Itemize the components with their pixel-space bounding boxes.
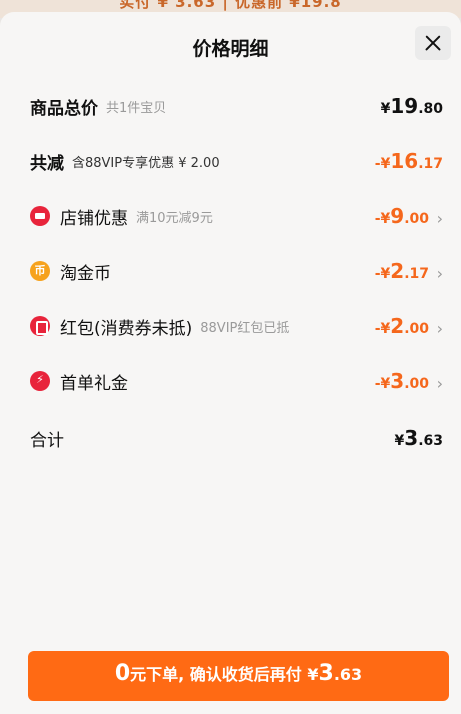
redpack-sub: 88VIP红包已抵 bbox=[200, 320, 290, 336]
price-detail-sheet: 价格明细 商品总价 共1件宝贝 ¥ 19 .80 共减 含88VIP专享优惠 ¥… bbox=[0, 12, 461, 714]
top-summary-text: 实付 ¥ 3.63 | 优惠前 ¥19.8 bbox=[119, 0, 342, 11]
coin-label: 淘金币 bbox=[60, 263, 111, 284]
redpack-amount: -¥ 2 .00 bbox=[375, 314, 429, 338]
row-sum: 合计 ¥ 3 .63 bbox=[30, 418, 443, 458]
store-amount: -¥ 9 .00 bbox=[375, 204, 429, 228]
redpack-label: 红包(消费券未抵) bbox=[60, 318, 193, 339]
store-int: 9 bbox=[390, 204, 405, 228]
store-sub: 满10元减9元 bbox=[136, 210, 213, 226]
item-total-sub: 共1件宝贝 bbox=[106, 100, 167, 116]
row-total-reduce: 共减 含88VIP专享优惠 ¥ 2.00 -¥ 16 .17 bbox=[30, 141, 443, 181]
reduce-currency: -¥ bbox=[374, 156, 391, 172]
lightning-icon bbox=[30, 371, 50, 391]
pay-zero: 0 bbox=[114, 661, 131, 686]
reduce-int: 16 bbox=[390, 149, 419, 173]
close-button[interactable] bbox=[415, 26, 451, 60]
sum-amount: ¥ 3 .63 bbox=[395, 426, 443, 450]
red-packet-icon bbox=[30, 316, 50, 336]
chevron-right-icon[interactable]: › bbox=[437, 264, 443, 283]
chevron-right-icon[interactable]: › bbox=[437, 374, 443, 393]
gift-dec: .00 bbox=[404, 376, 429, 392]
item-total-int: 19 bbox=[390, 94, 419, 118]
item-total-label: 商品总价 bbox=[30, 98, 98, 119]
sum-int: 3 bbox=[404, 426, 419, 450]
redpack-currency: -¥ bbox=[374, 321, 391, 337]
item-total-currency: ¥ bbox=[380, 101, 391, 117]
pay-text: 元下单, 确认收货后再付 ¥ bbox=[130, 665, 319, 684]
sum-currency: ¥ bbox=[394, 433, 405, 449]
row-red-packet[interactable]: 红包(消费券未抵) 88VIP红包已抵 -¥ 2 .00 › bbox=[30, 306, 443, 346]
sum-dec: .63 bbox=[418, 433, 443, 449]
coin-amount: -¥ 2 .17 bbox=[375, 259, 429, 283]
sheet-title: 价格明细 bbox=[192, 38, 269, 60]
row-first-order-gift[interactable]: 首单礼金 -¥ 3 .00 › bbox=[30, 361, 443, 401]
chevron-right-icon[interactable]: › bbox=[437, 319, 443, 338]
store-icon bbox=[30, 206, 50, 226]
item-total-amount: ¥ 19 .80 bbox=[381, 94, 443, 118]
gift-label: 首单礼金 bbox=[60, 373, 128, 394]
submit-order-button[interactable]: 0 元下单, 确认收货后再付 ¥ 3 .63 bbox=[28, 651, 449, 701]
sum-label: 合计 bbox=[30, 430, 64, 451]
reduce-amount: -¥ 16 .17 bbox=[375, 149, 443, 173]
gift-currency: -¥ bbox=[374, 376, 391, 392]
reduce-label: 共减 bbox=[30, 153, 64, 174]
redpack-dec: .00 bbox=[404, 321, 429, 337]
gift-int: 3 bbox=[390, 369, 405, 393]
gift-amount: -¥ 3 .00 bbox=[375, 369, 429, 393]
store-label: 店铺优惠 bbox=[60, 208, 128, 229]
item-total-dec: .80 bbox=[418, 101, 443, 117]
coin-dec: .17 bbox=[404, 266, 429, 282]
coin-currency: -¥ bbox=[374, 266, 391, 282]
coin-icon bbox=[30, 261, 50, 281]
reduce-dec: .17 bbox=[418, 156, 443, 172]
coin-int: 2 bbox=[390, 259, 405, 283]
row-taojinbi[interactable]: 淘金币 -¥ 2 .17 › bbox=[30, 251, 443, 291]
reduce-sub: 含88VIP专享优惠 ¥ 2.00 bbox=[72, 155, 220, 171]
chevron-right-icon[interactable]: › bbox=[437, 209, 443, 228]
store-dec: .00 bbox=[404, 211, 429, 227]
row-item-total: 商品总价 共1件宝贝 ¥ 19 .80 bbox=[30, 86, 443, 126]
pay-dec: .63 bbox=[333, 665, 363, 684]
redpack-int: 2 bbox=[390, 314, 405, 338]
pay-int: 3 bbox=[318, 661, 334, 686]
store-currency: -¥ bbox=[374, 211, 391, 227]
row-store-discount[interactable]: 店铺优惠 满10元减9元 -¥ 9 .00 › bbox=[30, 196, 443, 236]
